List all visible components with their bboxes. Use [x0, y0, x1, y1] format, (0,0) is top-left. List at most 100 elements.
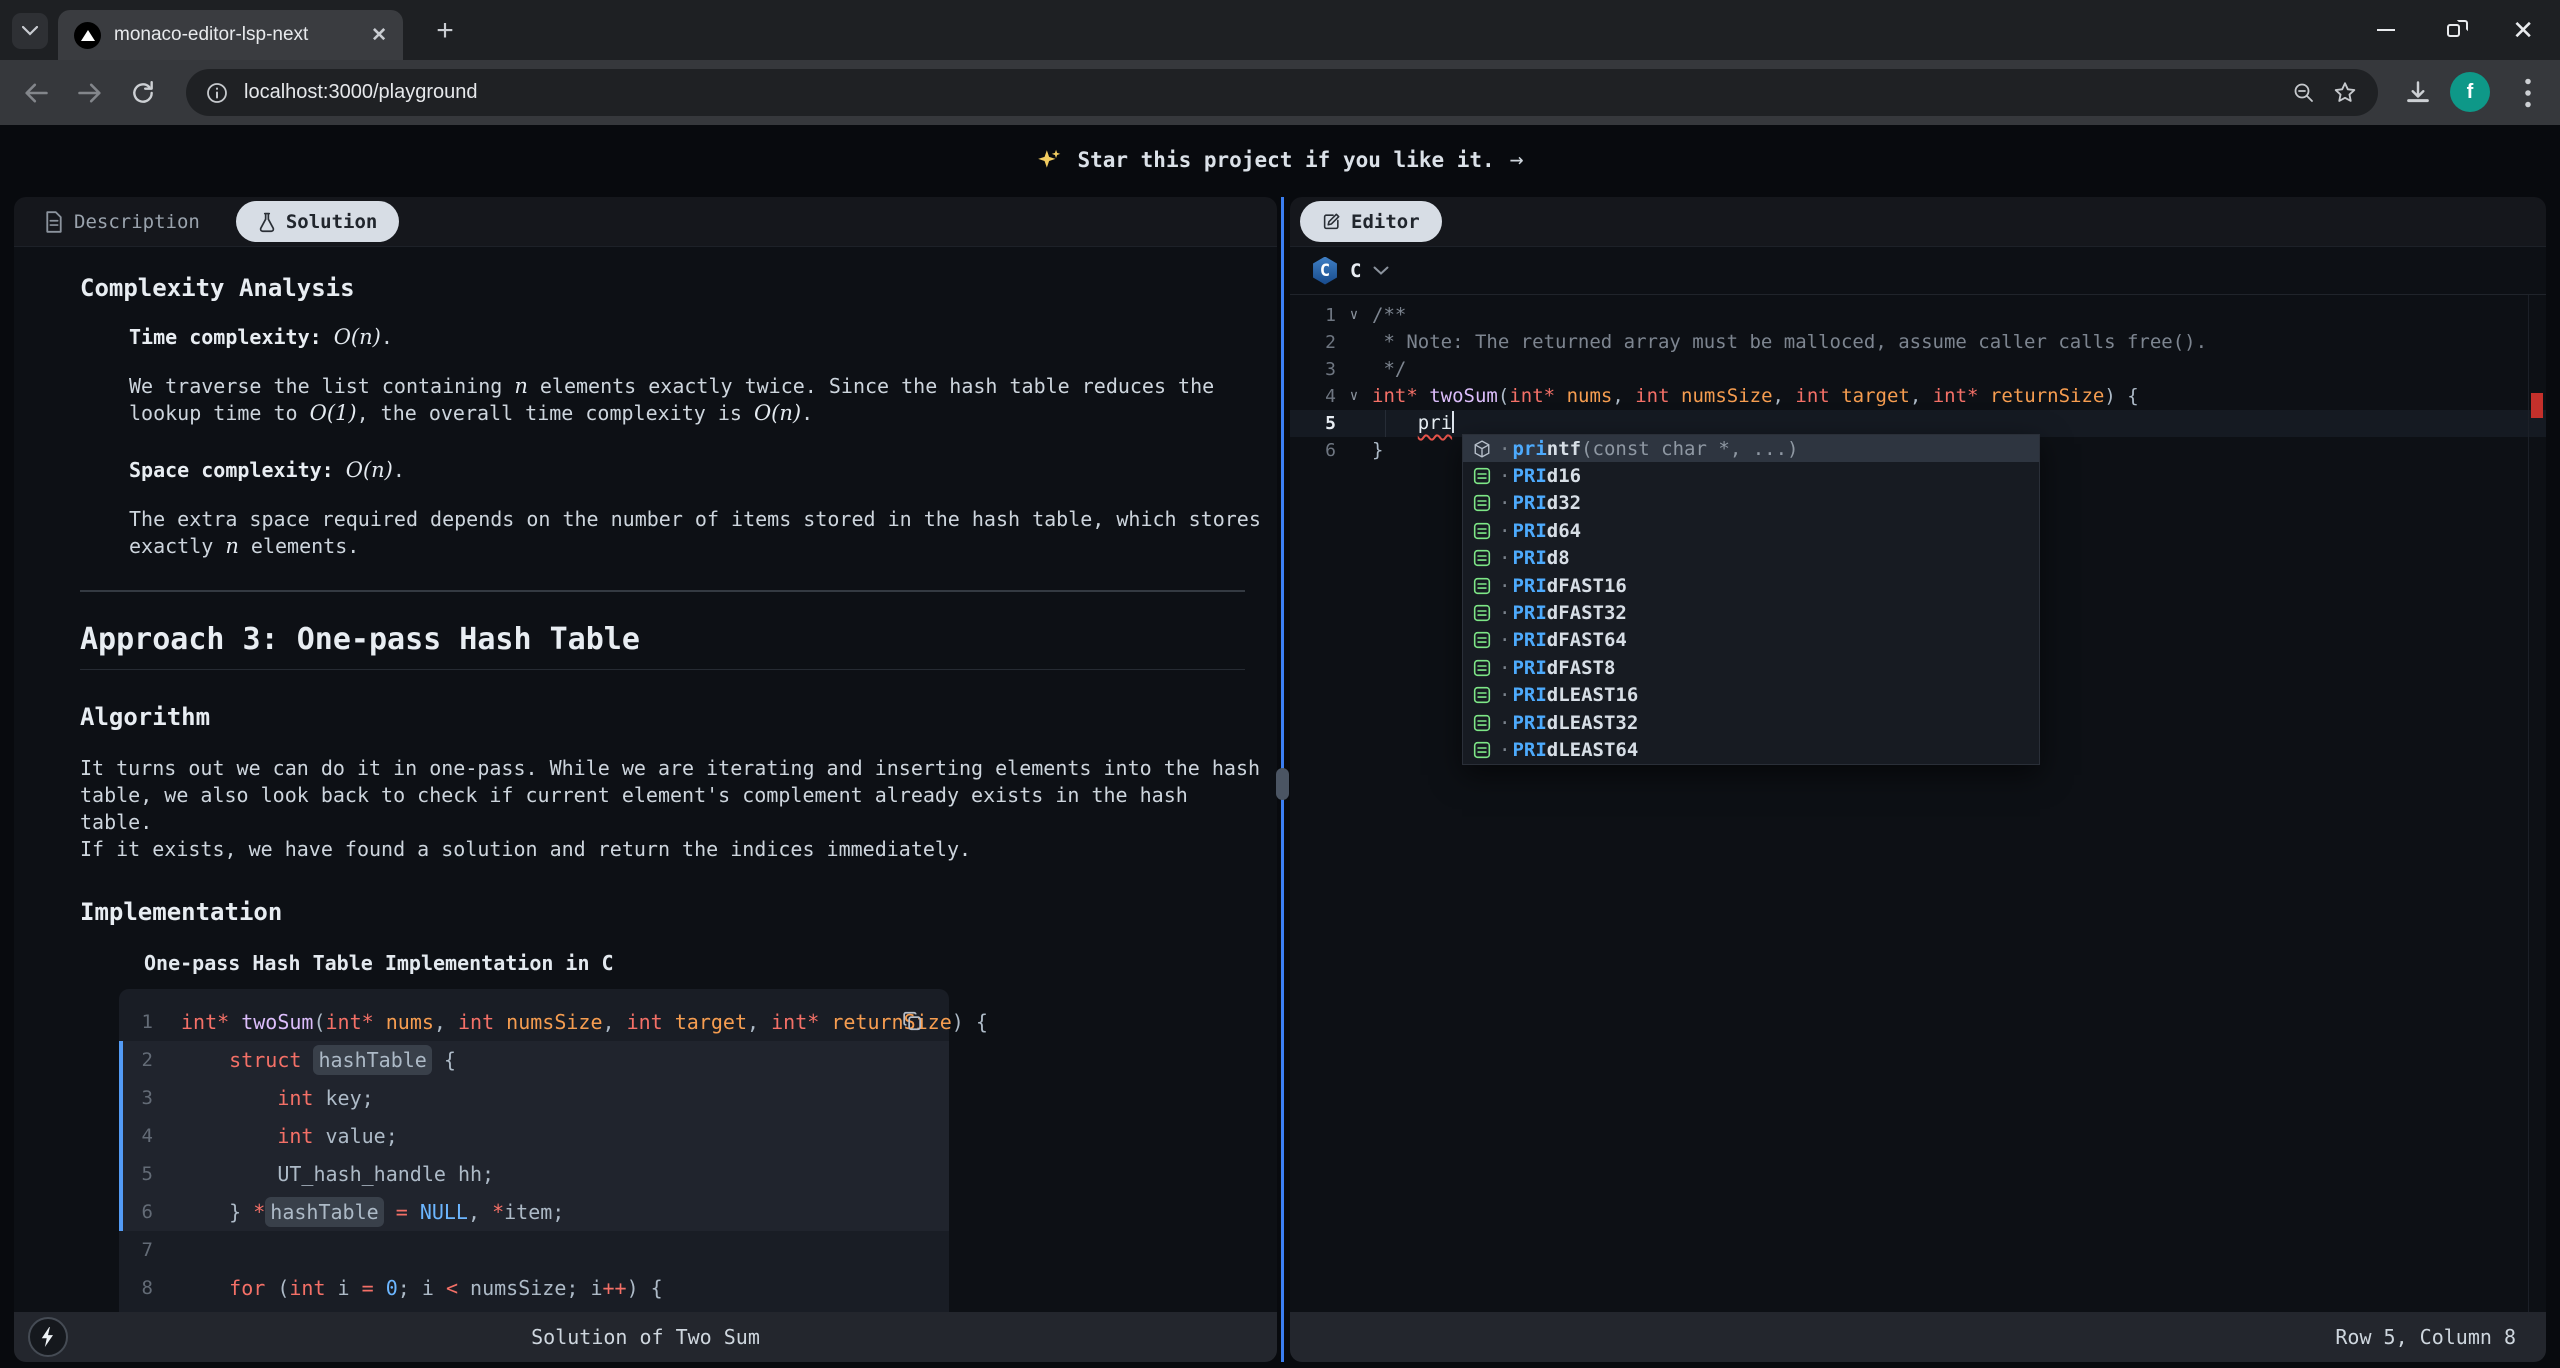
suggest-item[interactable]: ·PRId8	[1463, 545, 2039, 572]
editor-line-number: 5	[1290, 410, 1336, 437]
snippet-symbol-icon	[1473, 714, 1491, 732]
back-icon[interactable]	[22, 79, 50, 107]
code-line: 4 int value;	[119, 1117, 949, 1155]
bookmark-star-icon[interactable]	[2332, 80, 2358, 106]
editor-line[interactable]: 4∨int* twoSum(int* nums, int numsSize, i…	[1290, 383, 2546, 410]
time-complexity-line: Time complexity: O(n).	[129, 324, 1261, 351]
zoom-out-icon[interactable]	[2292, 81, 2316, 105]
suggest-item[interactable]: ·PRId32	[1463, 490, 2039, 517]
overview-ruler[interactable]	[2528, 295, 2546, 1312]
fold-chevron-icon[interactable]: ∨	[1336, 383, 1372, 410]
code-block: 1int* twoSum(int* nums, int numsSize, in…	[119, 989, 949, 1312]
cursor-position: Row 5, Column 8	[2335, 1325, 2516, 1349]
suggest-item[interactable]: ·PRIdLEAST32	[1463, 709, 2039, 736]
snippet-symbol-icon	[1473, 686, 1491, 704]
url-text[interactable]: localhost:3000/playground	[244, 81, 2276, 104]
function-symbol-icon	[1473, 440, 1491, 458]
star-project-banner[interactable]: Star this project if you like it. →	[0, 125, 2560, 195]
resize-grip-handle[interactable]	[1276, 768, 1289, 800]
left-status-bar: Solution of Two Sum	[14, 1312, 1277, 1362]
inline-math: O(1)	[310, 401, 357, 425]
c-language-icon: C	[1312, 257, 1338, 285]
suggest-item[interactable]: ·PRIdFAST16	[1463, 572, 2039, 599]
tab-description[interactable]: Description	[44, 211, 200, 233]
quick-action-button[interactable]	[28, 1317, 68, 1357]
monaco-editor[interactable]: 1∨/**2 * Note: The returned array must b…	[1290, 295, 2546, 1312]
document-icon	[44, 211, 64, 233]
code-line: 8 for (int i = 0; i < numsSize; i++) {	[119, 1269, 949, 1307]
editor-line-number: 1	[1290, 302, 1336, 329]
line-number: 6	[123, 1193, 181, 1231]
line-number: 3	[123, 1079, 181, 1117]
code-line: 2 struct hashTable {	[119, 1041, 949, 1079]
banner-text: Star this project if you like it.	[1077, 148, 1494, 172]
forward-icon[interactable]	[76, 79, 104, 107]
editor-line-number: 2	[1290, 329, 1336, 356]
window-close-button[interactable]: ✕	[2512, 17, 2534, 43]
editor-line[interactable]: 5 pri	[1290, 410, 2546, 437]
status-title: Solution of Two Sum	[531, 1325, 760, 1349]
fold-spacer	[1336, 410, 1372, 437]
editor-line-number: 4	[1290, 383, 1336, 410]
kebab-menu-icon[interactable]	[2524, 78, 2532, 108]
window-restore-button[interactable]	[2447, 24, 2460, 37]
reload-icon[interactable]	[130, 80, 156, 106]
fold-chevron-icon[interactable]: ∨	[1336, 302, 1372, 329]
avatar[interactable]: f	[2450, 72, 2490, 112]
snippet-symbol-icon	[1473, 659, 1491, 677]
editor-line[interactable]: 3 */	[1290, 356, 2546, 383]
fold-spacer	[1336, 356, 1372, 383]
snippet-symbol-icon	[1473, 494, 1491, 512]
address-bar[interactable]: localhost:3000/playground	[186, 69, 2378, 116]
fold-spacer	[1336, 329, 1372, 356]
editor-line-number: 3	[1290, 356, 1336, 383]
tab-solution[interactable]: Solution	[236, 201, 400, 242]
snippet-symbol-icon	[1473, 631, 1491, 649]
code-line: 6 } *hashTable = NULL, *item;	[119, 1193, 949, 1231]
suggest-item[interactable]: ·PRIdLEAST16	[1463, 682, 2039, 709]
copy-icon	[902, 1010, 924, 1032]
suggest-item[interactable]: ·PRIdFAST32	[1463, 599, 2039, 626]
browser-toolbar: localhost:3000/playground f	[0, 60, 2560, 125]
flask-icon	[258, 211, 276, 233]
code-line: 3 int key;	[119, 1079, 949, 1117]
inline-math: n	[225, 534, 239, 558]
snippet-symbol-icon	[1473, 604, 1491, 622]
right-status-bar: Row 5, Column 8	[1290, 1312, 2546, 1362]
space-complexity-line: Space complexity: O(n).	[129, 457, 1261, 484]
editor-line[interactable]: 1∨/**	[1290, 302, 2546, 329]
language-selector[interactable]: C C	[1290, 247, 2546, 295]
suggest-item[interactable]: ·PRId16	[1463, 462, 2039, 489]
snippet-symbol-icon	[1473, 741, 1491, 759]
tab-close-button[interactable]: ✕	[371, 24, 387, 47]
suggest-item[interactable]: ·printf(const char *, ...)	[1463, 435, 2039, 462]
editor-panel: Editor C C 1∨/**2 * Note: The returned a…	[1290, 197, 2546, 1362]
snippet-symbol-icon	[1473, 549, 1491, 567]
paragraph: The extra space required depends on the …	[129, 506, 1261, 560]
tab-search-button[interactable]	[12, 13, 48, 49]
sparkles-icon	[1036, 147, 1062, 173]
inline-math: O(n)	[346, 458, 393, 482]
heading-approach-3: Approach 3: One-pass Hash Table	[80, 626, 1245, 670]
editor-line[interactable]: 2 * Note: The returned array must be mal…	[1290, 329, 2546, 356]
heading-implementation: Implementation	[80, 899, 1261, 926]
copy-code-button[interactable]	[895, 1003, 931, 1039]
suggest-item[interactable]: ·PRId64	[1463, 517, 2039, 544]
suggest-item[interactable]: ·PRIdLEAST64	[1463, 736, 2039, 763]
site-info-icon[interactable]	[206, 82, 228, 104]
window-minimize-button[interactable]	[2377, 29, 2395, 31]
download-icon[interactable]	[2404, 79, 2432, 107]
tab-editor[interactable]: Editor	[1300, 201, 1442, 242]
browser-tab-strip: monaco-editor-lsp-next ✕ + ✕	[0, 0, 2560, 60]
suggest-item[interactable]: ·PRIdFAST64	[1463, 627, 2039, 654]
browser-tab[interactable]: monaco-editor-lsp-next ✕	[58, 10, 403, 60]
code-line: 1int* twoSum(int* nums, int numsSize, in…	[119, 1003, 949, 1041]
new-tab-button[interactable]: +	[428, 14, 462, 48]
snippet-symbol-icon	[1473, 577, 1491, 595]
snippet-symbol-icon	[1473, 467, 1491, 485]
indent-guide	[1385, 410, 1386, 437]
inline-math: n	[514, 374, 528, 398]
solution-panel: Description Solution Complexity Analysis…	[14, 197, 1277, 1362]
line-number: 4	[123, 1117, 181, 1155]
suggest-item[interactable]: ·PRIdFAST8	[1463, 654, 2039, 681]
